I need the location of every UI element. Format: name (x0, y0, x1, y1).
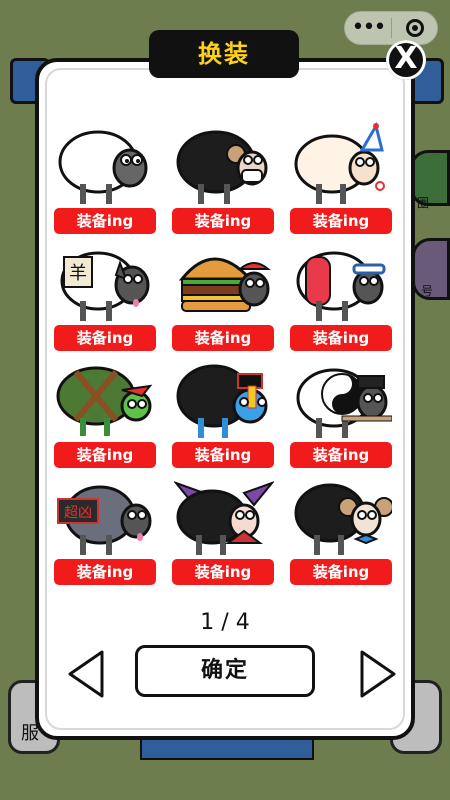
background-side-badge: 圈 (410, 150, 450, 210)
svg-text:羊: 羊 (69, 263, 87, 284)
next-page-arrow-icon[interactable] (358, 648, 398, 700)
super-fierce-sheep-icon: 超凶 (57, 485, 152, 555)
ram-bowtie-sheep-icon (294, 483, 392, 555)
more-dots-icon[interactable]: ••• (345, 13, 391, 43)
black-sheep-icon (176, 130, 268, 204)
equip-button[interactable]: 装备ing (54, 442, 156, 468)
skin-card[interactable]: 羊 装备ing (52, 239, 160, 351)
classic-sheep-icon (58, 130, 148, 204)
page-indicator: 1 / 4 (200, 610, 250, 635)
skin-card[interactable]: 装备ing (288, 122, 396, 234)
background-side-badge-2: 号 (412, 238, 450, 300)
confirm-button[interactable]: 确定 (135, 645, 315, 697)
exit-target-icon[interactable] (392, 19, 437, 37)
equip-button[interactable]: 装备ing (290, 208, 392, 234)
wolf-sign-sheep-icon: 羊 (60, 251, 150, 321)
equip-button[interactable]: 装备ing (54, 325, 156, 351)
sailor-sheep-icon (296, 251, 386, 321)
skin-card[interactable]: 装备ing (52, 356, 160, 468)
equip-button[interactable]: 装备ing (290, 559, 392, 585)
turtle-sheep-icon (56, 366, 153, 436)
skin-card[interactable]: 装备ing (288, 473, 396, 585)
equip-button[interactable]: 装备ing (172, 325, 274, 351)
equip-button[interactable]: 装备ing (172, 208, 274, 234)
burger-sheep-icon (178, 257, 271, 312)
mini-program-capsule: ••• (344, 11, 438, 45)
close-button[interactable]: X (386, 40, 426, 80)
skin-card[interactable]: 超凶 装备ing (52, 473, 160, 585)
skin-card[interactable]: 装备ing (170, 473, 278, 585)
vampire-sheep-icon (174, 481, 274, 555)
party-hat-sheep-icon (294, 122, 385, 204)
equip-button[interactable]: 装备ing (290, 442, 392, 468)
jiangshi-sheep-icon (176, 364, 268, 438)
skin-grid: 装备ing 装备ing 装备ing 羊 装备ing 装备ing 装备ing 装备… (52, 122, 392, 585)
svg-text:超凶: 超凶 (64, 505, 92, 521)
skin-card[interactable]: 装备ing (288, 239, 396, 351)
prev-page-arrow-icon[interactable] (66, 648, 106, 700)
equip-button[interactable]: 装备ing (54, 559, 156, 585)
skin-card[interactable]: 装备ing (170, 122, 278, 234)
skin-card[interactable]: 装备ing (52, 122, 160, 234)
skin-card[interactable]: 装备ing (170, 239, 278, 351)
yin-yang-sheep-icon (296, 368, 392, 438)
skin-card[interactable]: 装备ing (170, 356, 278, 468)
skin-card[interactable]: 装备ing (288, 356, 396, 468)
equip-button[interactable]: 装备ing (172, 442, 274, 468)
dialog-title: 换装 (149, 30, 299, 78)
equip-button[interactable]: 装备ing (290, 325, 392, 351)
equip-button[interactable]: 装备ing (54, 208, 156, 234)
equip-button[interactable]: 装备ing (172, 559, 274, 585)
